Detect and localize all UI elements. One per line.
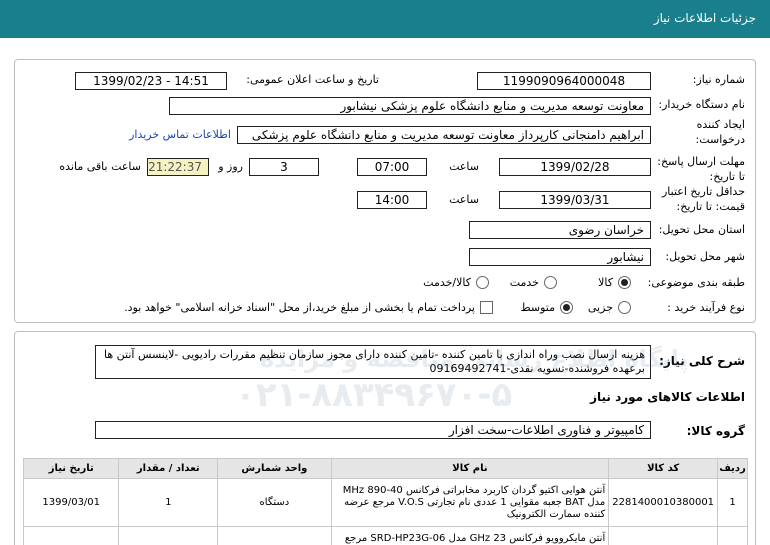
col-name-header: نام کالا — [330, 458, 610, 479]
page-header: جزئیات اطلاعات نیاز — [0, 0, 770, 38]
row-unit — [217, 526, 332, 545]
days-remaining-field: 3 — [249, 158, 319, 176]
goods-panel: شرح کلی نیاز: هزینه ارسال نصب وراه انداز… — [14, 331, 756, 545]
remaining-time-label: ساعت باقی مانده — [59, 160, 141, 173]
buyer-contact-link[interactable]: اطلاعات تماس خریدار — [129, 128, 231, 141]
goods-table-header: ردیف کد کالا نام کالا واحد شمارش تعداد /… — [22, 458, 748, 479]
process-medium-label: متوسط — [520, 301, 555, 314]
table-row: 1 2281400010380001 آنتن هوایی اکتیو گردا… — [22, 478, 748, 527]
remaining-time-field: 21:22:37 — [147, 158, 209, 176]
row-date — [22, 526, 120, 545]
category-label: طبقه بندی موضوعی: — [647, 276, 745, 289]
goods-group-label: گروه کالا: — [686, 424, 745, 438]
days-label: روز و — [218, 160, 243, 173]
reply-time-label: ساعت — [449, 160, 479, 173]
price-time-field: 14:00 — [357, 191, 427, 209]
row-qty — [118, 526, 219, 545]
row-qty: 1 — [118, 478, 219, 527]
treasury-payment-checkbox[interactable] — [480, 301, 493, 314]
city-field: نیشابور — [469, 248, 651, 266]
price-date-field: 1399/03/31 — [499, 191, 651, 209]
category-goods-service-label: کالا/خدمت — [423, 276, 471, 289]
table-row: آنتن مایکروویو فرکانس GHz 23 مدل SRD-HP2… — [22, 526, 748, 545]
description-field: هزینه ارسال نصب وراه اندازی با تامین کنن… — [95, 345, 651, 379]
row-code: 2281400010380001 — [608, 478, 719, 527]
description-label: شرح کلی نیاز: — [659, 354, 745, 368]
need-number-label: شماره نیاز: — [692, 73, 745, 86]
col-unit-header: واحد شمارش — [217, 458, 332, 479]
need-info-panel: شماره نیاز: 1199090964000048 تاریخ و ساع… — [14, 59, 756, 323]
col-qty-header: تعداد / مقدار — [118, 458, 219, 479]
col-code-header: کد کالا — [608, 458, 719, 479]
row-unit: دستگاه — [217, 478, 332, 527]
creator-label-2: درخواست: — [695, 133, 745, 146]
process-minor-radio[interactable] — [618, 301, 631, 314]
goods-table: ردیف کد کالا نام کالا واحد شمارش تعداد /… — [22, 458, 748, 545]
price-validity-label-2: قیمت: تا تاریخ: — [676, 200, 745, 213]
row-name: آنتن هوایی اکتیو گردان کاربرد مخابراتی ف… — [330, 478, 610, 527]
need-number-field: 1199090964000048 — [477, 72, 651, 90]
reply-deadline-label-2: تا تاریخ: — [709, 170, 745, 183]
process-minor-label: جزیی — [587, 301, 613, 314]
province-label: استان محل تحویل: — [658, 223, 745, 236]
col-index-header: ردیف — [717, 458, 748, 479]
category-goods-radio[interactable] — [618, 276, 631, 289]
price-time-label: ساعت — [449, 193, 479, 206]
creator-label: ایجاد کننده — [696, 118, 745, 131]
row-index: 1 — [717, 478, 748, 527]
reply-date-field: 1399/02/28 — [499, 158, 651, 176]
process-label: نوع فرآیند خرید : — [667, 301, 745, 314]
buyer-label: نام دستگاه خریدار: — [658, 98, 745, 111]
category-goods-label: کالا — [598, 276, 613, 289]
goods-info-title: اطلاعات کالاهای مورد نیاز — [590, 390, 745, 404]
process-medium-radio[interactable] — [560, 301, 573, 314]
reply-deadline-label: مهلت ارسال پاسخ: — [657, 155, 745, 168]
province-field: خراسان رضوی — [469, 221, 651, 239]
reply-time-field: 07:00 — [357, 158, 427, 176]
announce-date-field: 1399/02/23 - 14:51 — [75, 72, 227, 90]
category-service-radio[interactable] — [544, 276, 557, 289]
category-service-label: خدمت — [509, 276, 539, 289]
category-goods-service-radio[interactable] — [476, 276, 489, 289]
page-title: جزئیات اطلاعات نیاز — [653, 11, 756, 25]
row-index — [717, 526, 748, 545]
col-date-header: تاریخ نیاز — [22, 458, 120, 479]
row-code — [608, 526, 719, 545]
treasury-payment-note: پرداخت تمام یا بخشی از مبلغ خرید،از محل … — [124, 301, 475, 314]
buyer-field: معاونت توسعه مدیریت و منابع دانشگاه علوم… — [169, 97, 651, 115]
price-validity-label: حداقل تاریخ اعتبار — [661, 185, 745, 198]
row-name: آنتن مایکروویو فرکانس GHz 23 مدل SRD-HP2… — [330, 526, 610, 545]
creator-field: ابراهیم دامنجانی کارپرداز معاونت توسعه م… — [237, 126, 651, 144]
row-date: 1399/03/01 — [22, 478, 120, 527]
announce-date-label: تاریخ و ساعت اعلان عمومی: — [246, 73, 379, 86]
goods-group-field: کامپیوتر و فناوری اطلاعات-سخت افزار — [95, 421, 651, 439]
city-label: شهر محل تحویل: — [665, 250, 745, 263]
